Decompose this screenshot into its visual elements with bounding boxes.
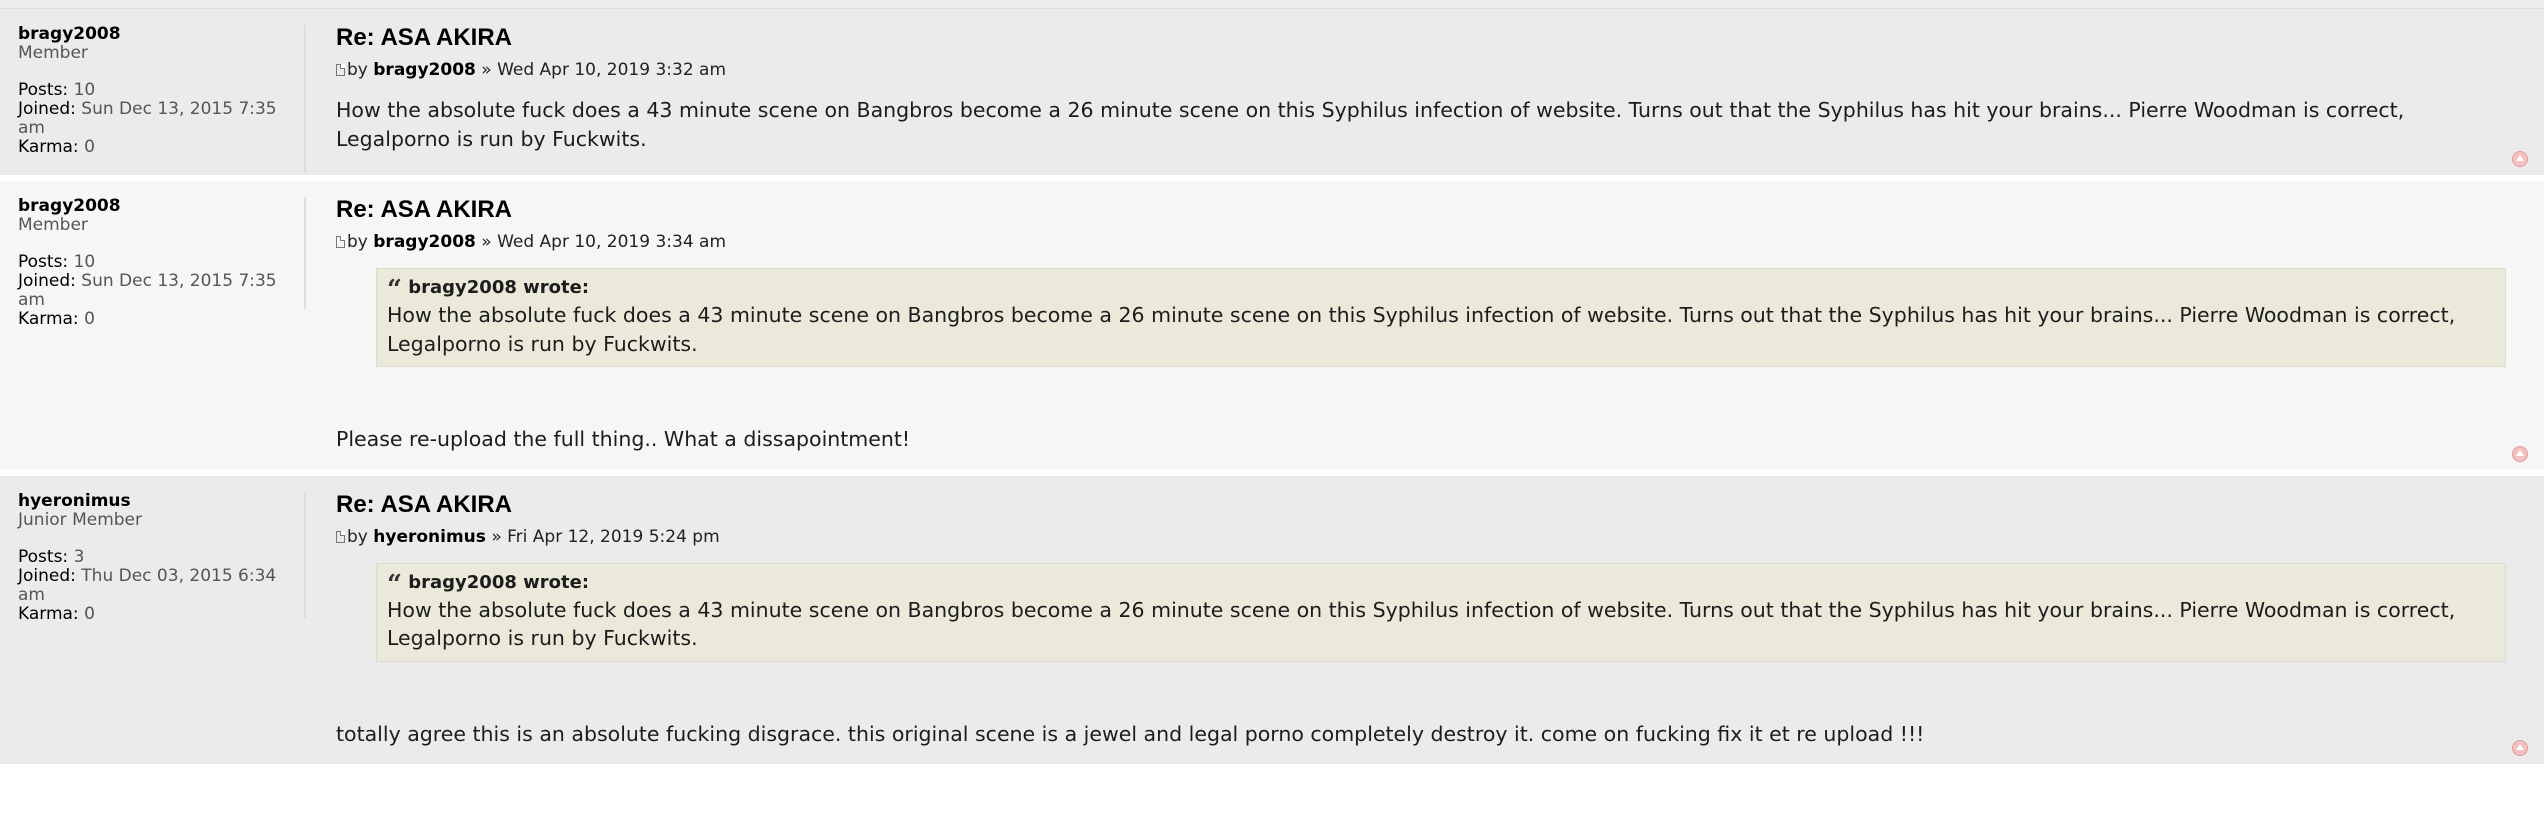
back-to-top-icon[interactable] xyxy=(2512,445,2528,462)
quote-cite: “ bragy2008 wrote: xyxy=(387,571,2495,598)
back-to-top-icon[interactable] xyxy=(2512,740,2528,756)
quote-text: How the absolute fuck does a 43 minute s… xyxy=(387,597,2456,651)
meta-separator: » xyxy=(481,232,492,252)
quote-block: “ bragy2008 wrote: How the absolute fuck… xyxy=(376,268,2506,367)
back-to-top-icon[interactable] xyxy=(2512,151,2528,167)
post-body: Re: ASA AKIRA by bragy2008 » Wed Apr 10,… xyxy=(306,181,2544,470)
forum-topic-page: bragy2008 Member Posts: 10 Joined: Sun D… xyxy=(0,0,2544,824)
post-content: How the absolute fuck does a 43 minute s… xyxy=(336,98,2405,151)
posts-count[interactable]: 3 xyxy=(74,547,85,567)
by-label: by xyxy=(347,60,368,80)
post-meta: by bragy2008 » Wed Apr 10, 2019 3:32 am xyxy=(336,59,2506,81)
top-divider xyxy=(0,0,2544,9)
joined-label: Joined: xyxy=(18,565,76,586)
post-meta: by hyeronimus » Fri Apr 12, 2019 5:24 pm xyxy=(336,526,2506,548)
author-name[interactable]: hyeronimus xyxy=(18,491,304,511)
post: hyeronimus Junior Member Posts: 3 Joined… xyxy=(0,475,2544,770)
author-name[interactable]: bragy2008 xyxy=(18,197,304,216)
post-author-link[interactable]: bragy2008 xyxy=(373,60,476,80)
author-rank: Member xyxy=(18,215,88,235)
author-name[interactable]: bragy2008 xyxy=(18,25,304,44)
posts-label: Posts: xyxy=(18,80,69,100)
post-date: Wed Apr 10, 2019 3:34 am xyxy=(497,232,727,252)
karma-value: 0 xyxy=(84,309,95,329)
document-icon[interactable] xyxy=(336,236,345,248)
author-rank: Junior Member xyxy=(18,509,143,530)
post-profile: bragy2008 Member Posts: 10 Joined: Sun D… xyxy=(0,9,306,175)
post-meta: by bragy2008 » Wed Apr 10, 2019 3:34 am xyxy=(336,231,2506,253)
document-icon[interactable] xyxy=(336,530,345,543)
by-label: by xyxy=(347,232,368,252)
quote-text: How the absolute fuck does a 43 minute s… xyxy=(387,303,2456,356)
post-date: Fri Apr 12, 2019 5:24 pm xyxy=(507,526,720,547)
karma-value: 0 xyxy=(84,603,95,624)
post-title[interactable]: Re: ASA AKIRA xyxy=(336,195,2506,225)
post-body: Re: ASA AKIRA by hyeronimus » Fri Apr 12… xyxy=(306,476,2544,765)
document-icon[interactable] xyxy=(336,64,345,76)
karma-label: Karma: xyxy=(18,309,79,329)
posts-label: Posts: xyxy=(18,546,69,567)
post: bragy2008 Member Posts: 10 Joined: Sun D… xyxy=(0,9,2544,181)
joined-label: Joined: xyxy=(18,271,76,291)
meta-separator: » xyxy=(481,60,492,80)
posts-count[interactable]: 10 xyxy=(74,252,96,272)
quote-cite-text: bragy2008 wrote: xyxy=(408,277,590,298)
karma-value: 0 xyxy=(84,137,95,157)
quote-cite-text: bragy2008 wrote: xyxy=(408,571,590,593)
quote-block: “ bragy2008 wrote: How the absolute fuck… xyxy=(376,562,2506,662)
karma-label: Karma: xyxy=(18,137,79,157)
karma-label: Karma: xyxy=(18,603,79,624)
post-title[interactable]: Re: ASA AKIRA xyxy=(336,490,2506,520)
meta-separator: » xyxy=(491,526,502,547)
quote-cite: “ bragy2008 wrote: xyxy=(387,277,2495,303)
post-title[interactable]: Re: ASA AKIRA xyxy=(336,23,2506,53)
post-author-link[interactable]: hyeronimus xyxy=(373,527,486,547)
posts-label: Posts: xyxy=(18,252,69,272)
posts-count[interactable]: 10 xyxy=(74,80,96,100)
post-content: totally agree this is an absolute fuckin… xyxy=(336,721,1925,746)
joined-label: Joined: xyxy=(18,99,76,119)
author-rank: Member xyxy=(18,43,88,63)
post-author-link[interactable]: bragy2008 xyxy=(373,232,476,252)
post-date: Wed Apr 10, 2019 3:32 am xyxy=(497,60,727,80)
post-profile: bragy2008 Member Posts: 10 Joined: Sun D… xyxy=(0,181,306,470)
post: bragy2008 Member Posts: 10 Joined: Sun D… xyxy=(0,181,2544,476)
post-profile: hyeronimus Junior Member Posts: 3 Joined… xyxy=(0,476,306,765)
by-label: by xyxy=(347,526,368,547)
post-content: Please re-upload the full thing.. What a… xyxy=(336,427,911,451)
post-body: Re: ASA AKIRA by bragy2008 » Wed Apr 10,… xyxy=(306,9,2544,175)
